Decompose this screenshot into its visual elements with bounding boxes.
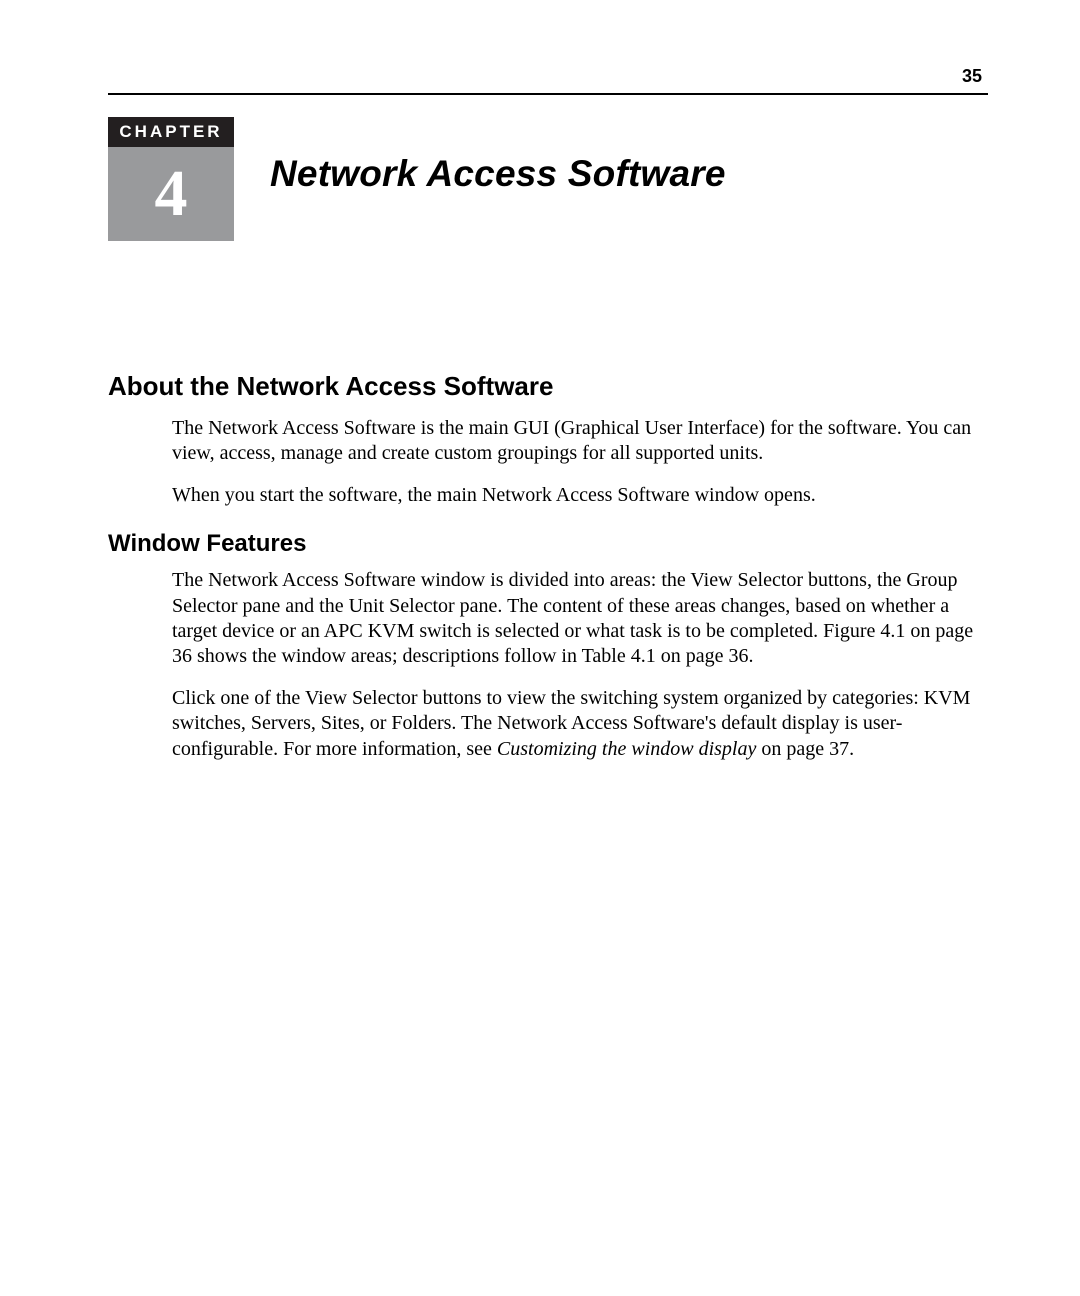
subsection-para-2: Click one of the View Selector buttons t… (172, 686, 984, 762)
section-para-2: When you start the software, the main Ne… (172, 483, 984, 508)
top-rule (108, 93, 988, 95)
chapter-number: 4 (155, 161, 188, 227)
subsection-para-2-italic: Customizing the window display (497, 738, 756, 760)
page-number: 35 (108, 66, 988, 87)
chapter-block: CHAPTER 4 Network Access Software (108, 117, 988, 241)
chapter-label-box: CHAPTER 4 (108, 117, 234, 241)
page-content: 35 CHAPTER 4 Network Access Software Abo… (108, 66, 988, 778)
section-heading: About the Network Access Software (108, 371, 988, 402)
chapter-number-box: 4 (108, 147, 234, 241)
chapter-tag: CHAPTER (108, 117, 234, 147)
subsection-para-1: The Network Access Software window is di… (172, 568, 984, 670)
section-para-1: The Network Access Software is the main … (172, 416, 984, 467)
subsection-heading: Window Features (108, 530, 988, 558)
subsection-para-2-post: on page 37. (756, 738, 854, 760)
chapter-title: Network Access Software (270, 153, 726, 195)
